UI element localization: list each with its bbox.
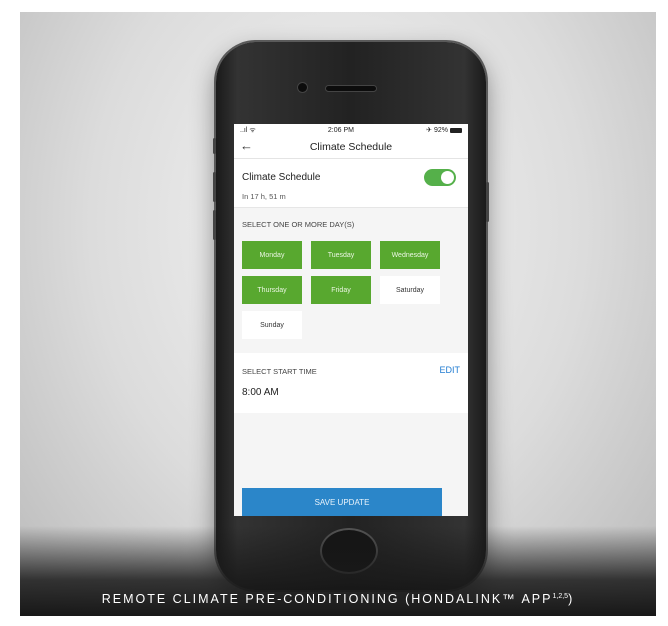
days-section: SELECT ONE OR MORE DAY(S) Monday Tuesday… <box>234 208 468 339</box>
schedule-toggle-label: Climate Schedule <box>242 172 321 183</box>
mute-switch <box>213 138 216 154</box>
day-friday-button[interactable]: Friday <box>311 276 371 304</box>
schedule-toggle-card: Climate Schedule In 17 h, 51 m <box>234 159 468 208</box>
day-saturday-button[interactable]: Saturday <box>380 276 440 304</box>
smartphone: ..ıl ᯤ 2:06 PM ✈ 92% ← Climate Schedule … <box>213 42 489 590</box>
switch-knob <box>441 171 454 184</box>
battery-indicator: ✈ 92% <box>426 126 462 134</box>
day-tuesday-button[interactable]: Tuesday <box>311 241 371 269</box>
caption-footnote: 1,2,5 <box>552 592 569 600</box>
days-grid: Monday Tuesday Wednesday Thursday Friday… <box>242 241 460 339</box>
save-update-button[interactable]: SAVE UPDATE <box>242 488 442 516</box>
battery-icon <box>449 127 462 133</box>
start-time-label: SELECT START TIME <box>242 367 317 376</box>
front-camera <box>298 83 307 92</box>
app-screen: ..ıl ᯤ 2:06 PM ✈ 92% ← Climate Schedule … <box>234 124 468 516</box>
climate-schedule-switch[interactable] <box>424 169 456 186</box>
status-time: 2:06 PM <box>327 126 354 134</box>
start-time-section: SELECT START TIME EDIT 8:00 AM <box>234 353 468 413</box>
nav-bar: ← Climate Schedule <box>234 136 468 159</box>
day-wednesday-button[interactable]: Wednesday <box>380 241 440 269</box>
start-time-value: 8:00 AM <box>242 387 279 398</box>
volume-down-button <box>213 210 216 240</box>
earpiece-speaker <box>326 86 376 91</box>
image-caption: REMOTE CLIMATE PRE-CONDITIONING (HONDALI… <box>20 592 656 606</box>
page-title: Climate Schedule <box>309 141 393 153</box>
caption-suffix: ) <box>568 592 575 606</box>
back-arrow-icon[interactable]: ← <box>240 138 253 153</box>
status-bar: ..ıl ᯤ 2:06 PM ✈ 92% <box>234 124 468 136</box>
power-button <box>486 182 489 222</box>
signal-indicator: ..ıl ᯤ <box>240 126 256 134</box>
days-section-label: SELECT ONE OR MORE DAY(S) <box>242 220 355 229</box>
edit-start-time-button[interactable]: EDIT <box>439 365 460 375</box>
volume-up-button <box>213 172 216 202</box>
day-sunday-button[interactable]: Sunday <box>242 311 302 339</box>
schedule-countdown: In 17 h, 51 m <box>242 192 286 201</box>
day-monday-button[interactable]: Monday <box>242 241 302 269</box>
caption-text: REMOTE CLIMATE PRE-CONDITIONING (HONDALI… <box>101 592 553 606</box>
day-thursday-button[interactable]: Thursday <box>242 276 302 304</box>
product-photo-background: ..ıl ᯤ 2:06 PM ✈ 92% ← Climate Schedule … <box>20 12 656 616</box>
